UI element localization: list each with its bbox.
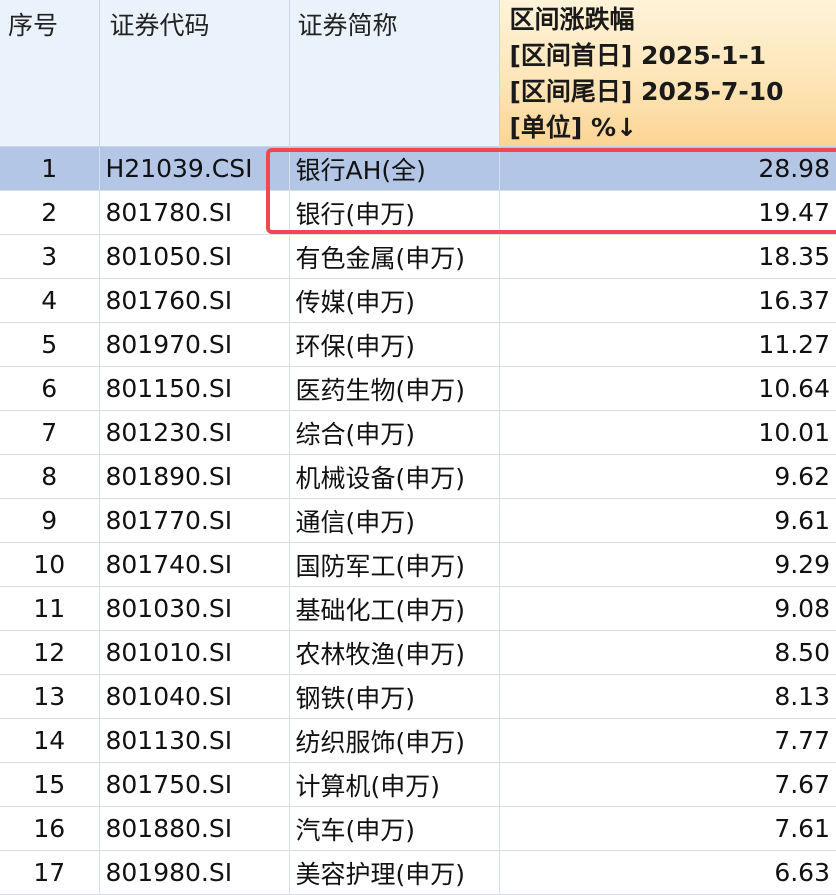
interval-return-value[interactable]: 8.13 bbox=[499, 675, 836, 719]
interval-return-value[interactable]: 9.29 bbox=[499, 543, 836, 587]
table-header: 序号 证券代码 证券简称 区间涨跌幅 [区间首日] 2025-1-1 [区间尾日… bbox=[0, 0, 836, 147]
interval-return-value[interactable]: 16.37 bbox=[499, 279, 836, 323]
security-code[interactable]: 801230.SI bbox=[99, 411, 289, 455]
table-row[interactable]: 5801970.SI环保(申万)11.27 bbox=[0, 323, 836, 367]
security-name[interactable]: 基础化工(申万) bbox=[289, 587, 499, 631]
row-index[interactable]: 13 bbox=[0, 675, 99, 719]
security-name[interactable]: 银行AH(全) bbox=[289, 147, 499, 191]
header-line-start-date: [区间首日] 2025-1-1 bbox=[510, 38, 836, 74]
table-row[interactable]: 8801890.SI机械设备(申万)9.62 bbox=[0, 455, 836, 499]
security-name[interactable]: 汽车(申万) bbox=[289, 807, 499, 851]
security-code[interactable]: 801050.SI bbox=[99, 235, 289, 279]
interval-return-value[interactable]: 19.47 bbox=[499, 191, 836, 235]
table-row[interactable]: 13801040.SI钢铁(申万)8.13 bbox=[0, 675, 836, 719]
row-index[interactable]: 14 bbox=[0, 719, 99, 763]
row-index[interactable]: 1 bbox=[0, 147, 99, 191]
security-code[interactable]: 801780.SI bbox=[99, 191, 289, 235]
security-name[interactable]: 农林牧渔(申万) bbox=[289, 631, 499, 675]
interval-return-value[interactable]: 9.61 bbox=[499, 499, 836, 543]
table-row[interactable]: 4801760.SI传媒(申万)16.37 bbox=[0, 279, 836, 323]
table-row[interactable]: 12801010.SI农林牧渔(申万)8.50 bbox=[0, 631, 836, 675]
column-header-name[interactable]: 证券简称 bbox=[289, 0, 499, 147]
row-index[interactable]: 2 bbox=[0, 191, 99, 235]
security-name[interactable]: 国防军工(申万) bbox=[289, 543, 499, 587]
security-name[interactable]: 计算机(申万) bbox=[289, 763, 499, 807]
interval-return-value[interactable]: 7.61 bbox=[499, 807, 836, 851]
row-index[interactable]: 6 bbox=[0, 367, 99, 411]
interval-return-value[interactable]: 9.08 bbox=[499, 587, 836, 631]
column-header-interval-return[interactable]: 区间涨跌幅 [区间首日] 2025-1-1 [区间尾日] 2025-7-10 [… bbox=[499, 0, 836, 147]
header-line-unit-sort: [单位] %↓ bbox=[510, 110, 836, 146]
row-index[interactable]: 3 bbox=[0, 235, 99, 279]
table-row[interactable]: 3801050.SI有色金属(申万)18.35 bbox=[0, 235, 836, 279]
security-name[interactable]: 医药生物(申万) bbox=[289, 367, 499, 411]
security-code[interactable]: 801770.SI bbox=[99, 499, 289, 543]
interval-return-value[interactable]: 10.64 bbox=[499, 367, 836, 411]
security-name[interactable]: 纺织服饰(申万) bbox=[289, 719, 499, 763]
security-code[interactable]: 801150.SI bbox=[99, 367, 289, 411]
security-code[interactable]: 801030.SI bbox=[99, 587, 289, 631]
row-index[interactable]: 16 bbox=[0, 807, 99, 851]
table-row[interactable]: 1H21039.CSI银行AH(全)28.98 bbox=[0, 147, 836, 191]
security-code[interactable]: H21039.CSI bbox=[99, 147, 289, 191]
security-code[interactable]: 801890.SI bbox=[99, 455, 289, 499]
row-index[interactable]: 17 bbox=[0, 851, 99, 895]
security-name[interactable]: 综合(申万) bbox=[289, 411, 499, 455]
table-row[interactable]: 6801150.SI医药生物(申万)10.64 bbox=[0, 367, 836, 411]
security-code[interactable]: 801740.SI bbox=[99, 543, 289, 587]
security-code[interactable]: 801750.SI bbox=[99, 763, 289, 807]
header-row: 序号 证券代码 证券简称 区间涨跌幅 [区间首日] 2025-1-1 [区间尾日… bbox=[0, 0, 836, 147]
header-line-title: 区间涨跌幅 bbox=[510, 2, 836, 38]
security-name[interactable]: 钢铁(申万) bbox=[289, 675, 499, 719]
row-index[interactable]: 5 bbox=[0, 323, 99, 367]
row-index[interactable]: 4 bbox=[0, 279, 99, 323]
security-code[interactable]: 801980.SI bbox=[99, 851, 289, 895]
interval-return-value[interactable]: 18.35 bbox=[499, 235, 836, 279]
security-code[interactable]: 801970.SI bbox=[99, 323, 289, 367]
security-code[interactable]: 801040.SI bbox=[99, 675, 289, 719]
security-code[interactable]: 801010.SI bbox=[99, 631, 289, 675]
table-row[interactable]: 9801770.SI通信(申万)9.61 bbox=[0, 499, 836, 543]
row-index[interactable]: 11 bbox=[0, 587, 99, 631]
security-name[interactable]: 通信(申万) bbox=[289, 499, 499, 543]
table-row[interactable]: 17801980.SI美容护理(申万)6.63 bbox=[0, 851, 836, 895]
row-index[interactable]: 12 bbox=[0, 631, 99, 675]
row-index[interactable]: 9 bbox=[0, 499, 99, 543]
row-index[interactable]: 7 bbox=[0, 411, 99, 455]
table-row[interactable]: 16801880.SI汽车(申万)7.61 bbox=[0, 807, 836, 851]
security-name[interactable]: 环保(申万) bbox=[289, 323, 499, 367]
row-index[interactable]: 15 bbox=[0, 763, 99, 807]
row-index[interactable]: 10 bbox=[0, 543, 99, 587]
table-row[interactable]: 7801230.SI综合(申万)10.01 bbox=[0, 411, 836, 455]
sector-return-table: 序号 证券代码 证券简称 区间涨跌幅 [区间首日] 2025-1-1 [区间尾日… bbox=[0, 0, 836, 895]
row-index[interactable]: 8 bbox=[0, 455, 99, 499]
security-name[interactable]: 银行(申万) bbox=[289, 191, 499, 235]
security-name[interactable]: 有色金属(申万) bbox=[289, 235, 499, 279]
interval-return-value[interactable]: 8.50 bbox=[499, 631, 836, 675]
header-line-end-date: [区间尾日] 2025-7-10 bbox=[510, 74, 836, 110]
interval-return-value[interactable]: 7.77 bbox=[499, 719, 836, 763]
security-name[interactable]: 传媒(申万) bbox=[289, 279, 499, 323]
security-code[interactable]: 801760.SI bbox=[99, 279, 289, 323]
table-row[interactable]: 10801740.SI国防军工(申万)9.29 bbox=[0, 543, 836, 587]
column-header-code[interactable]: 证券代码 bbox=[99, 0, 289, 147]
table-row[interactable]: 2801780.SI银行(申万)19.47 bbox=[0, 191, 836, 235]
interval-return-value[interactable]: 28.98 bbox=[499, 147, 836, 191]
interval-return-value[interactable]: 10.01 bbox=[499, 411, 836, 455]
security-code[interactable]: 801880.SI bbox=[99, 807, 289, 851]
security-name[interactable]: 机械设备(申万) bbox=[289, 455, 499, 499]
column-header-index[interactable]: 序号 bbox=[0, 0, 99, 147]
table-body: 1H21039.CSI银行AH(全)28.982801780.SI银行(申万)1… bbox=[0, 147, 836, 895]
interval-return-value[interactable]: 11.27 bbox=[499, 323, 836, 367]
interval-return-value[interactable]: 6.63 bbox=[499, 851, 836, 895]
interval-return-value[interactable]: 9.62 bbox=[499, 455, 836, 499]
interval-return-value[interactable]: 7.67 bbox=[499, 763, 836, 807]
table-row[interactable]: 11801030.SI基础化工(申万)9.08 bbox=[0, 587, 836, 631]
table-row[interactable]: 15801750.SI计算机(申万)7.67 bbox=[0, 763, 836, 807]
security-name[interactable]: 美容护理(申万) bbox=[289, 851, 499, 895]
security-code[interactable]: 801130.SI bbox=[99, 719, 289, 763]
table-row[interactable]: 14801130.SI纺织服饰(申万)7.77 bbox=[0, 719, 836, 763]
